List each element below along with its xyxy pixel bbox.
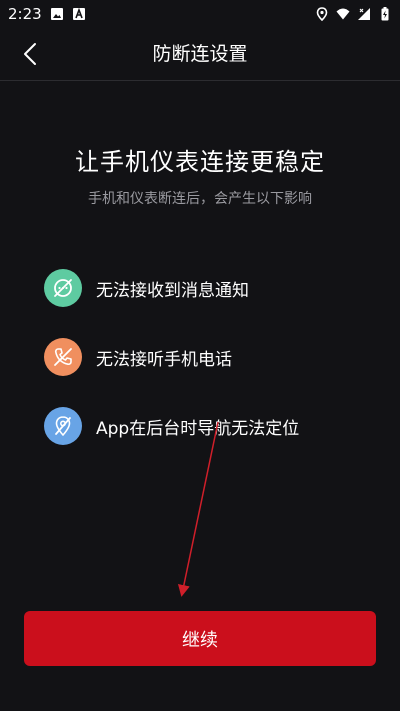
location-icon: [316, 7, 328, 21]
impact-item-location: App在后台时导航无法定位: [44, 406, 299, 446]
impact-label: App在后台时导航无法定位: [96, 418, 300, 439]
impact-list: 无法接收到消息通知 无法接听手机电话 App在后台时导航无法定位: [44, 268, 299, 475]
status-left: 2:23: [8, 5, 86, 23]
continue-button[interactable]: 继续: [24, 611, 376, 666]
phone-off-icon: [44, 338, 82, 376]
status-time: 2:23: [8, 5, 42, 23]
impact-item-phone: 无法接听手机电话: [44, 337, 299, 377]
battery-charging-icon: [381, 7, 389, 21]
page-title: 防断连设置: [152, 43, 248, 65]
impact-label: 无法接收到消息通知: [96, 280, 249, 301]
message-off-icon: [44, 269, 82, 307]
status-right: [315, 7, 392, 21]
headline: 让手机仪表连接更稳定: [75, 148, 325, 176]
image-icon: [50, 8, 63, 20]
wifi-icon: [336, 8, 350, 20]
app-notification-icon: [72, 7, 85, 20]
subtitle: 手机和仪表断连后，会产生以下影响: [88, 191, 312, 207]
impact-label: 无法接听手机电话: [96, 349, 232, 370]
signal-icon: [358, 8, 370, 20]
impact-item-message: 无法接收到消息通知: [44, 268, 299, 308]
header: 防断连设置: [0, 28, 400, 81]
status-bar: 2:23: [0, 0, 400, 28]
location-off-icon: [44, 407, 82, 445]
